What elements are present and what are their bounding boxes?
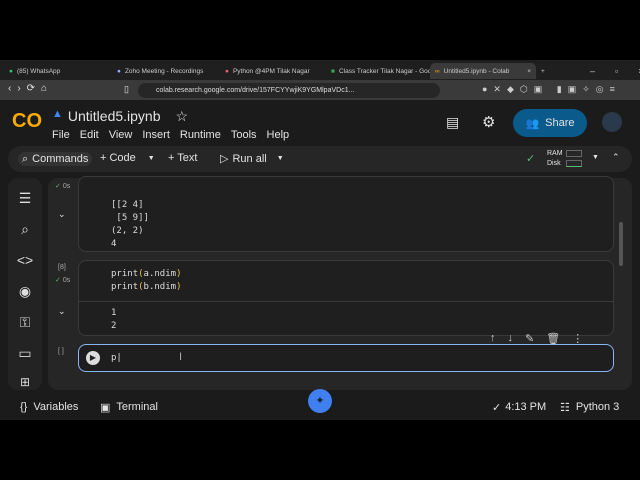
- maximize-icon[interactable]: ▫: [615, 66, 618, 76]
- bookmark-icon[interactable]: ▯: [124, 84, 129, 95]
- text-label: + Text: [168, 152, 198, 164]
- people-icon: 👥: [525, 117, 540, 130]
- code-cell-2[interactable]: print(a.ndim) print(b.ndim) 12: [78, 260, 614, 336]
- code-line: print(b.ndim): [111, 282, 182, 292]
- ram-label: RAM: [547, 150, 563, 157]
- menu-bar: File Edit View Insert Runtime Tools Help: [52, 129, 299, 141]
- tab-label: Untitled5.ipynb - Colab: [443, 67, 510, 75]
- comment-icon[interactable]: ▤: [446, 114, 459, 131]
- menu-help[interactable]: Help: [267, 129, 290, 141]
- url-bar[interactable]: colab.research.google.com/drive/157FCYYw…: [138, 83, 440, 98]
- collapse-output-icon[interactable]: ⌄: [58, 306, 66, 317]
- execution-count: [8]: [58, 264, 66, 271]
- last-run-time: ✓ 4:13 PM: [492, 401, 547, 414]
- title-row: ▲ Untitled5.ipynb ☆: [52, 108, 188, 125]
- new-tab-button[interactable]: +: [536, 63, 550, 79]
- runtime-button[interactable]: ☷ Python 3: [560, 401, 619, 414]
- run-all-label: Run all: [232, 152, 267, 165]
- share-button[interactable]: 👥 Share: [513, 109, 587, 137]
- disk-bar: [566, 160, 582, 167]
- tab-class-tracker[interactable]: ■ Class Tracker Tilak Nagar - Goo: [326, 63, 436, 79]
- notebook-title[interactable]: Untitled5.ipynb: [68, 108, 161, 125]
- code-label: + Code: [100, 152, 136, 164]
- menu-file[interactable]: File: [52, 129, 70, 141]
- variables-button[interactable]: {} Variables: [20, 401, 78, 413]
- cell-status: ✓ 0s: [55, 183, 71, 190]
- output-text: 12: [111, 308, 117, 331]
- tab-label: Python @4PM Tilak Nagar: [232, 67, 310, 75]
- extension-icons[interactable]: ●✕◆⬡▣ ▮▣✧◎≡: [482, 84, 621, 95]
- toc-icon[interactable]: ☰: [12, 190, 38, 207]
- browser-tab-bar: ● (85) WhatsApp ● Zoho Meeting - Recording…: [0, 60, 640, 80]
- terminal-icon: ▣: [100, 402, 111, 414]
- connected-check-icon: ✓: [526, 153, 536, 165]
- code-editor[interactable]: p|: [111, 352, 122, 365]
- terminal-label: Terminal: [116, 401, 158, 413]
- menu-runtime[interactable]: Runtime: [180, 129, 221, 141]
- disk-label: Disk: [547, 160, 561, 167]
- code-editor[interactable]: print(a.ndim) print(b.ndim): [111, 268, 181, 294]
- menu-insert[interactable]: Insert: [142, 129, 170, 141]
- tab-label: Class Tracker Tilak Nagar - Goo: [338, 67, 432, 75]
- url-text[interactable]: colab.research.google.com/drive/157FCYYw…: [156, 87, 354, 94]
- chevron-down-icon[interactable]: ▼: [277, 155, 284, 162]
- code-line: print(a.ndim): [111, 269, 182, 279]
- tab-whatsapp[interactable]: ● (85) WhatsApp: [4, 63, 65, 79]
- tab-label: (85) WhatsApp: [16, 67, 61, 75]
- cell-output-1[interactable]: [[2 4] [5 9]] (2, 2) 4: [78, 176, 614, 252]
- window-controls: –▫×: [585, 63, 640, 79]
- gemini-button[interactable]: ✦: [308, 389, 332, 413]
- braces-icon: {}: [20, 401, 28, 413]
- code-cell-3[interactable]: ▶ p| I: [78, 344, 614, 372]
- menu-tools[interactable]: Tools: [231, 129, 257, 141]
- commands-button[interactable]: ⌕ Commands: [18, 152, 93, 166]
- address-bar-row: ‹›⟳⌂ ▯ colab.research.google.com/drive/1…: [0, 80, 640, 100]
- tab-label: Zoho Meeting - Recordings: [124, 67, 204, 75]
- search-icon: ⌕: [22, 152, 29, 165]
- key-icon[interactable]: ⚿: [12, 314, 38, 331]
- server-icon: ☷: [560, 402, 570, 414]
- star-icon[interactable]: ☆: [176, 108, 189, 125]
- commands-label: Commands: [32, 153, 89, 165]
- chevron-down-icon[interactable]: ▼: [592, 154, 599, 161]
- secrets-eye-icon[interactable]: ◉: [12, 283, 38, 300]
- add-text-button[interactable]: + Text: [168, 152, 197, 164]
- terminal-button[interactable]: ▣ Terminal: [100, 401, 158, 414]
- cell-status: ✓ 0s: [55, 277, 71, 284]
- table-icon[interactable]: ⊞: [12, 375, 38, 389]
- folder-icon[interactable]: ▭: [12, 345, 38, 362]
- find-icon[interactable]: ⌕: [12, 221, 38, 238]
- menu-edit[interactable]: Edit: [80, 129, 99, 141]
- add-code-button[interactable]: + Code ▼: [100, 152, 155, 164]
- execution-count: [ ]: [58, 348, 64, 355]
- play-icon: ▷: [220, 153, 229, 165]
- avatar[interactable]: [602, 112, 622, 132]
- tab-colab[interactable]: ∞ Untitled5.ipynb - Colab ×: [430, 63, 536, 79]
- code-snippets-icon[interactable]: <>: [12, 252, 38, 268]
- run-cell-button[interactable]: ▶: [86, 351, 100, 365]
- output-text: [[2 4] [5 9]] (2, 2) 4: [111, 200, 149, 249]
- collapse-output-icon[interactable]: ⌄: [58, 209, 66, 220]
- share-label: Share: [545, 117, 575, 129]
- tab-zoho[interactable]: ● Zoho Meeting - Recordings: [112, 63, 208, 79]
- resource-indicator[interactable]: RAM Disk: [547, 149, 563, 169]
- drive-icon: ▲: [52, 108, 63, 120]
- run-all-button[interactable]: ▷ Run all ▼: [220, 152, 284, 166]
- ram-bar: [566, 150, 582, 157]
- variables-label: Variables: [33, 401, 79, 413]
- close-icon[interactable]: ×: [527, 68, 531, 75]
- chevron-down-icon[interactable]: ▼: [148, 155, 155, 162]
- chevron-up-icon[interactable]: ⌃: [612, 152, 620, 163]
- nav-icons[interactable]: ‹›⟳⌂: [8, 83, 53, 94]
- menu-view[interactable]: View: [109, 129, 133, 141]
- gear-icon[interactable]: ⚙: [482, 113, 495, 131]
- scrollbar[interactable]: [619, 222, 623, 266]
- tab-python[interactable]: ● Python @4PM Tilak Nagar: [220, 63, 315, 79]
- minimize-icon[interactable]: –: [590, 66, 595, 76]
- colab-logo[interactable]: CO: [12, 110, 42, 133]
- runtime-label: Python 3: [575, 401, 620, 413]
- text-cursor-icon: I: [179, 351, 183, 363]
